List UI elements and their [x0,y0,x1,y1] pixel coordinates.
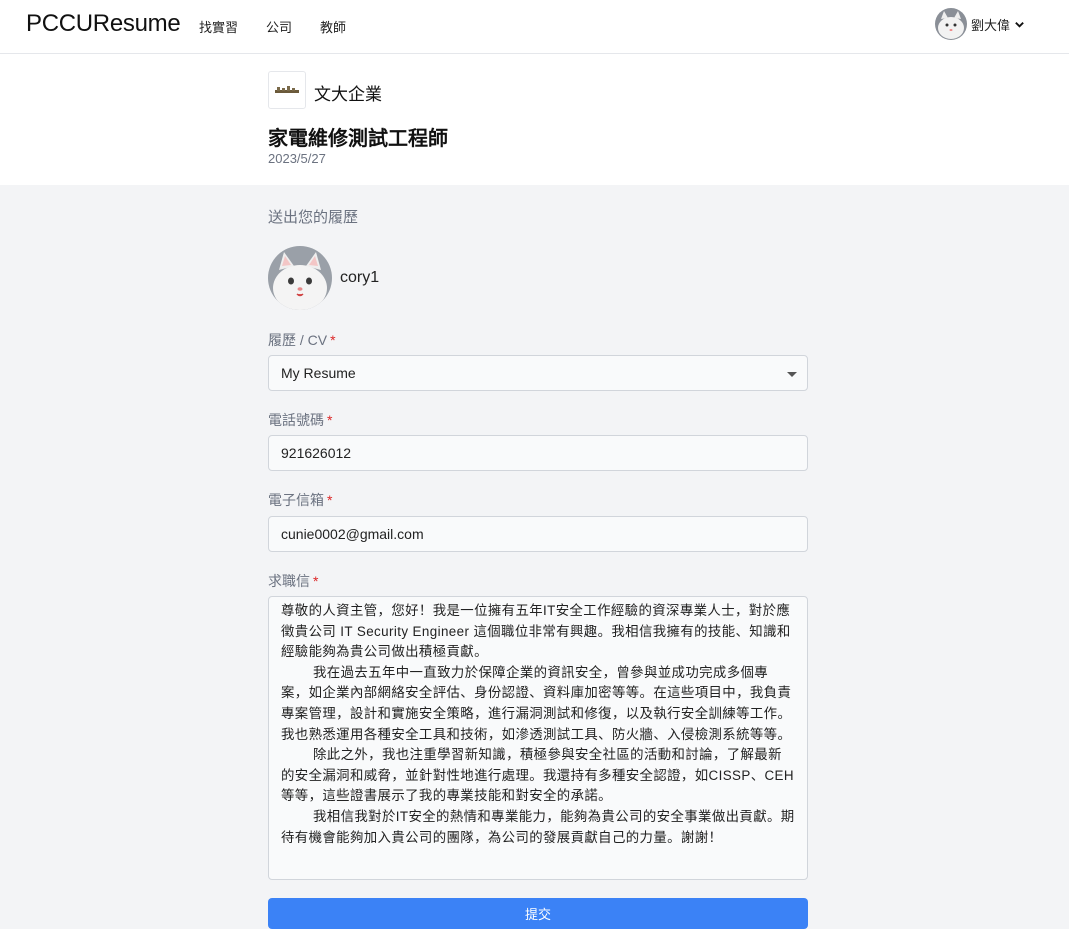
cover-letter-paragraph: 除此之外，我也注重學習新知識，積極參與安全社區的活動和討論，了解最新的安全漏洞和… [281,747,794,804]
profile-name: cory1 [340,269,380,286]
nav-link-internships[interactable]: 找實習 [199,17,238,36]
phone-field[interactable]: 921626012 [268,435,808,471]
user-menu[interactable]: 劉大偉 [934,8,1025,40]
caret-down-icon [787,372,797,377]
cover-letter-paragraph: 我相信我對於IT安全的熱情和專業能力，能夠為貴公司的安全事業做出貢獻。期待有機會… [281,808,795,845]
job-title: 家電維修測試工程師 [268,128,448,150]
chevron-down-icon [1015,21,1024,28]
company-logo-icon [275,86,299,93]
resume-label: 履歷 / CV * [268,332,336,348]
phone-label: 電話號碼 * [268,412,333,428]
required-mark: * [327,412,333,428]
user-avatar [934,8,967,40]
cover-letter-label: 求職信 * [268,573,319,589]
nav-link-companies[interactable]: 公司 [266,17,292,36]
email-label: 電子信箱 * [268,492,333,508]
email-field[interactable]: cunie0002@gmail.com [268,516,808,552]
user-name: 劉大偉 [970,17,1010,33]
nav-link-teachers[interactable]: 教師 [320,17,346,36]
company-logo [268,71,306,109]
cover-letter-textarea[interactable]: 尊敬的人資主管，您好！我是一位擁有五年IT安全工作經驗的資深專業人士，對於應徵貴… [268,596,808,880]
email-value: cunie0002@gmail.com [281,526,424,542]
job-header: 文大企業 家電維修測試工程師 2023/5/27 [0,54,1069,185]
brand-logo[interactable]: PCCUResume [26,10,181,38]
phone-value: 921626012 [281,445,352,461]
form-section-title: 送出您的履歷 [268,209,359,226]
resume-select-value: My Resume [281,365,356,381]
job-date: 2023/5/27 [268,151,326,166]
required-mark: * [327,492,333,508]
required-mark: * [330,332,336,348]
cover-letter-paragraph: 尊敬的人資主管，您好！我是一位擁有五年IT安全工作經驗的資深專業人士，對於應徵貴… [281,603,791,660]
submit-button[interactable]: 提交 [268,898,808,929]
resume-select[interactable]: My Resume [268,355,808,391]
company-name[interactable]: 文大企業 [314,80,382,105]
cover-letter-paragraph: 我在過去五年中一直致力於保障企業的資訊安全，曾參與並成功完成多個專案，如企業內部… [281,664,792,742]
profile-avatar [268,246,332,310]
required-mark: * [313,573,319,589]
top-navbar: PCCUResume 找實習 公司 教師 劉大偉 [0,0,1069,54]
